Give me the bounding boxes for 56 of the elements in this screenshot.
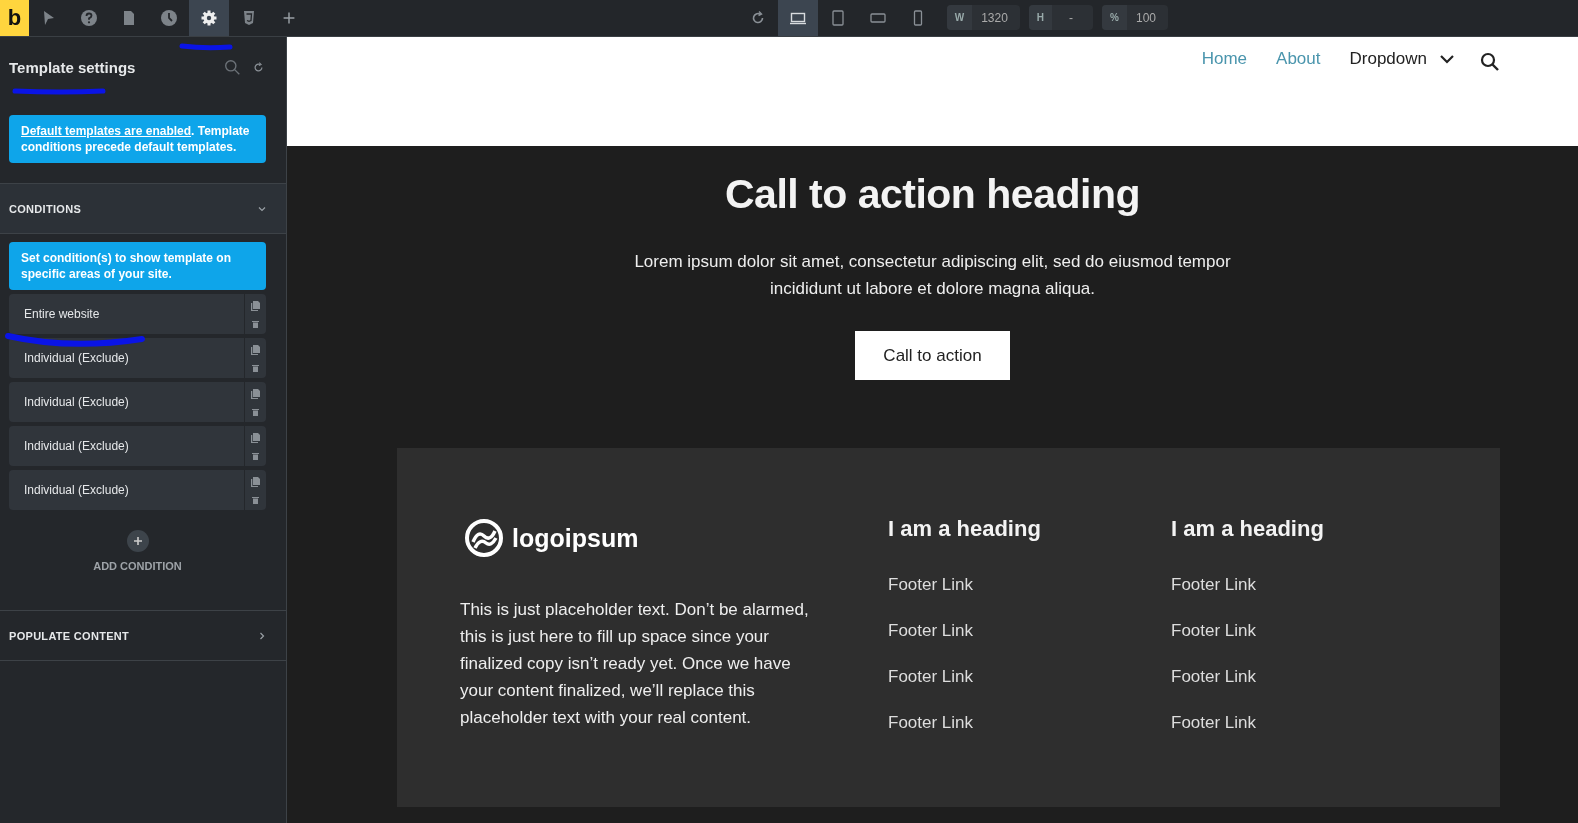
copy-icon[interactable] <box>251 344 260 355</box>
clock-icon <box>159 8 179 28</box>
cta-text: Lorem ipsum dolor sit amet, consectetur adipiscing elit, sed do eiusmod tempor incididunt ut labore et dolore magna aliqua. <box>633 251 1232 300</box>
trash-icon[interactable] <box>252 319 259 328</box>
cta-button[interactable]: Call to action <box>855 331 1010 380</box>
logo-text: logoipsum <box>512 523 639 553</box>
refresh-icon[interactable] <box>251 59 266 75</box>
condition-item[interactable]: Individual (Exclude) <box>9 382 266 422</box>
copy-icon[interactable] <box>251 300 260 311</box>
section-header[interactable]: CONDITIONS <box>0 184 286 234</box>
dropdown-menu[interactable]: Dropdown <box>1349 49 1455 69</box>
info-notice: Set condition(s) to show template on specific areas of your site. <box>9 242 266 290</box>
footer-link[interactable]: Footer Link <box>888 575 1171 595</box>
footer-link[interactable]: Footer Link <box>1171 667 1500 687</box>
add-condition-label[interactable]: ADD CONDITION <box>93 560 182 572</box>
info-notice: Default templates are enabled. Template conditions precede default templates. <box>9 115 266 163</box>
dimension-field[interactable]: W 1320 <box>946 5 1020 30</box>
trash-icon[interactable] <box>252 407 259 416</box>
condition-item[interactable]: Individual (Exclude) <box>9 470 266 510</box>
condition-item[interactable]: Entire website <box>9 294 266 334</box>
chevron-down-icon <box>258 204 266 213</box>
footer-heading: I am a heading <box>888 516 1042 542</box>
footer-heading: I am a heading <box>1171 516 1325 542</box>
laptop-button[interactable] <box>777 0 818 36</box>
copy-icon[interactable] <box>251 388 260 399</box>
nav-link[interactable]: Home <box>1201 49 1248 69</box>
plus-icon <box>132 536 143 546</box>
trash-icon[interactable] <box>252 451 259 460</box>
dimension-field[interactable]: H - <box>1028 5 1094 30</box>
panel-title: Template settings <box>9 58 137 76</box>
trash-icon[interactable] <box>252 495 259 504</box>
condition-item[interactable]: Individual (Exclude) <box>9 426 266 466</box>
copy-icon[interactable] <box>251 476 260 487</box>
logo-icon <box>464 518 504 558</box>
chevron-right-icon <box>258 631 266 640</box>
section-header[interactable]: POPULATE CONTENT <box>0 611 286 660</box>
footer-link[interactable]: Footer Link <box>1171 575 1500 595</box>
add-condition-button[interactable] <box>126 530 149 552</box>
settings-button[interactable] <box>189 0 229 36</box>
footer-text: This is just placeholder text. Don’t be alarmed, this is just here to fill up space since your finalized copy isn’t ready yet. Once we have your content finalized, we’ll replace this placeholder text with your real content. <box>460 599 810 729</box>
copy-icon[interactable] <box>251 432 260 443</box>
help-icon <box>79 8 99 28</box>
footer-link[interactable]: Footer Link <box>1171 621 1500 641</box>
annotation-stroke <box>179 43 233 51</box>
search-icon[interactable] <box>1480 52 1500 72</box>
condition-item[interactable]: Individual (Exclude) <box>9 338 266 378</box>
footer-link[interactable]: Footer Link <box>888 621 1171 641</box>
footer-link[interactable]: Footer Link <box>1171 713 1500 733</box>
dimension-field[interactable]: % 100 <box>1102 5 1168 30</box>
trash-icon[interactable] <box>252 363 259 372</box>
cta-heading: Call to action heading <box>725 171 1140 218</box>
footer-link[interactable]: Footer Link <box>888 667 1171 687</box>
footer-link[interactable]: Footer Link <box>888 713 1171 733</box>
settings-icon <box>199 8 219 28</box>
chevron-down-icon <box>1439 54 1455 64</box>
app-logo[interactable]: b <box>0 0 29 36</box>
